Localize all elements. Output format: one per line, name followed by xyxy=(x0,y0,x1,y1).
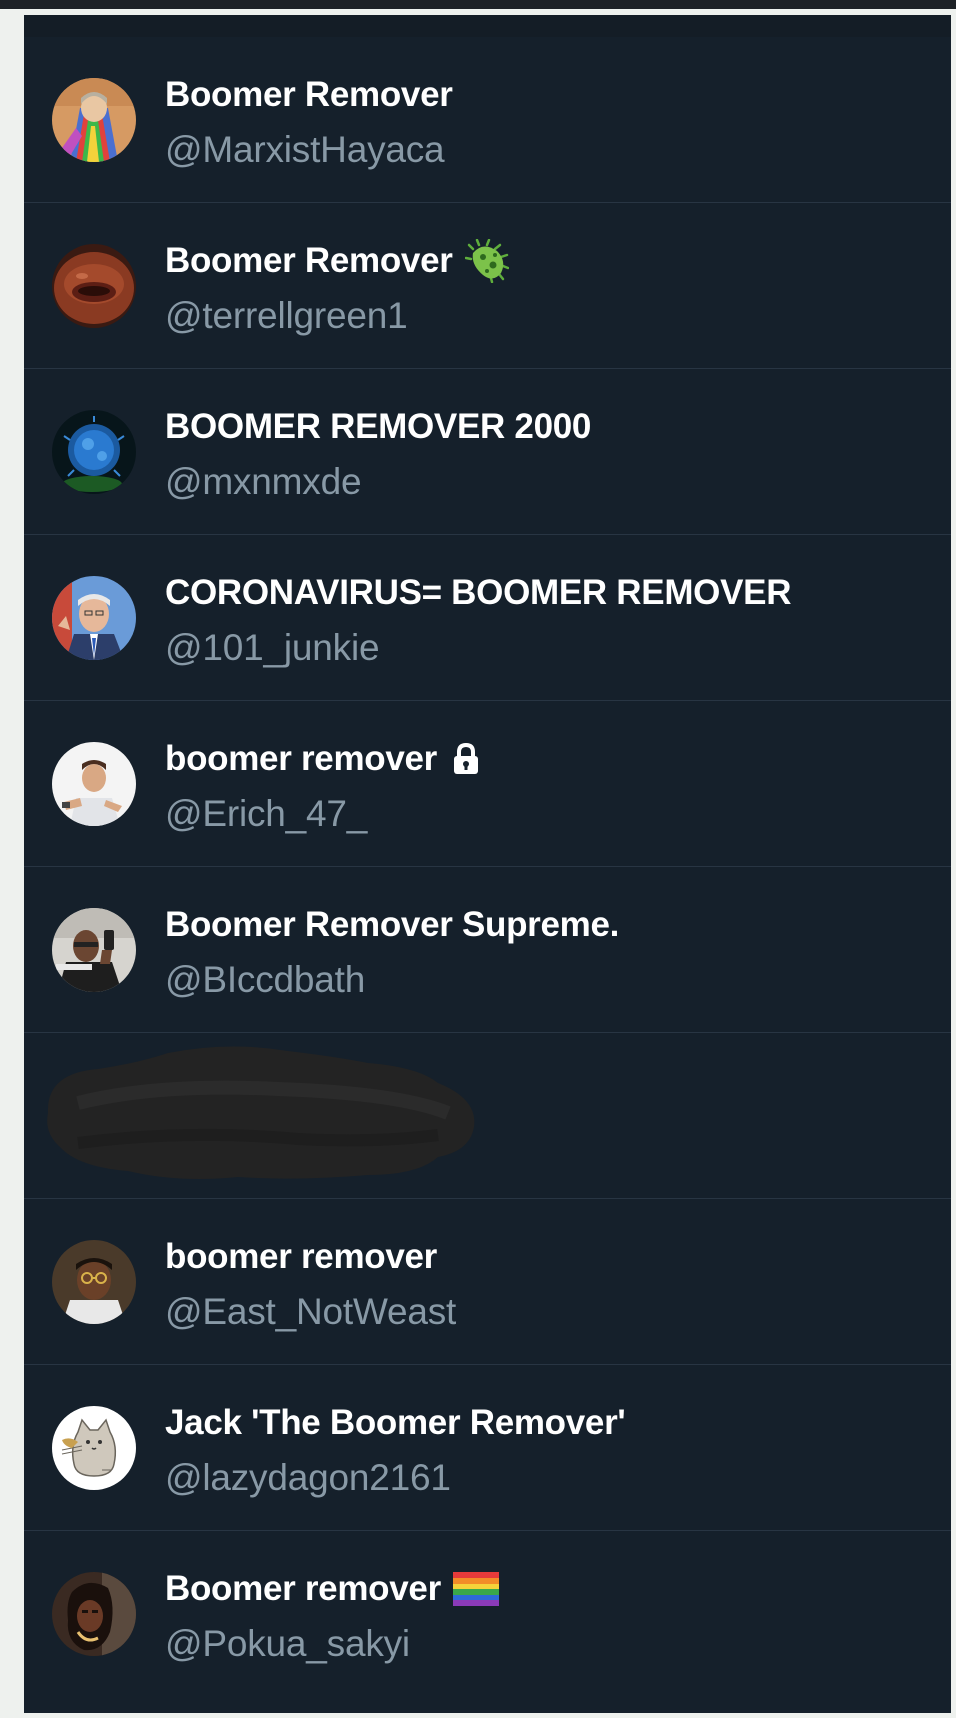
user-row[interactable]: CORONAVIRUS= BOOMER REMOVER @101_junkie xyxy=(24,535,951,701)
user-row[interactable]: boomer remover @Erich_47_ xyxy=(24,701,951,867)
user-handle: @terrellgreen1 xyxy=(165,295,408,336)
display-name: Boomer remover xyxy=(165,1569,441,1608)
avatar[interactable] xyxy=(52,742,136,826)
user-row[interactable]: Boomer Remover @terrellgreen1 xyxy=(24,203,951,369)
user-row[interactable]: BOOMER REMOVER 2000 @mxnmxde xyxy=(24,369,951,535)
display-name: BOOMER REMOVER 2000 xyxy=(165,407,592,446)
display-name: Jack 'The Boomer Remover' xyxy=(165,1403,626,1442)
avatar[interactable] xyxy=(52,908,136,992)
display-name: CORONAVIRUS= BOOMER REMOVER xyxy=(165,573,792,612)
user-handle: @Erich_47_ xyxy=(165,793,368,834)
top-edge-bar xyxy=(0,0,956,9)
lock-icon xyxy=(449,742,483,776)
redacted-user-row[interactable] xyxy=(24,1033,951,1199)
user-handle: @lazydagon2161 xyxy=(165,1457,451,1498)
avatar[interactable] xyxy=(52,244,136,328)
display-name: boomer remover xyxy=(165,1237,438,1276)
avatar[interactable] xyxy=(52,576,136,660)
display-name: boomer remover xyxy=(165,739,438,778)
user-handle: @MarxistHayaca xyxy=(165,129,445,170)
avatar[interactable] xyxy=(52,78,136,162)
rainbow-flag-icon xyxy=(452,1572,499,1606)
user-handle: @mxnmxde xyxy=(165,461,362,502)
user-row[interactable]: Boomer Remover @MarxistHayaca xyxy=(24,37,951,203)
user-handle: @Pokua_sakyi xyxy=(165,1623,410,1664)
microbe-icon xyxy=(464,239,509,283)
display-name: Boomer Remover Supreme. xyxy=(165,905,620,944)
user-list: Boomer Remover @MarxistHayaca Boomer Rem… xyxy=(24,15,951,1713)
user-row[interactable]: Boomer Remover Supreme. @BIccdbath xyxy=(24,867,951,1033)
avatar[interactable] xyxy=(52,1240,136,1324)
avatar[interactable] xyxy=(52,410,136,494)
user-row[interactable]: boomer remover @East_NotWeast xyxy=(24,1199,951,1365)
user-row[interactable]: Boomer remover @Pokua_sakyi xyxy=(24,1531,951,1697)
redaction-scribble xyxy=(38,1043,508,1188)
avatar[interactable] xyxy=(52,1572,136,1656)
avatar[interactable] xyxy=(52,1406,136,1490)
display-name: Boomer Remover xyxy=(165,75,453,114)
user-handle: @BIccdbath xyxy=(165,959,366,1000)
user-row[interactable]: Jack 'The Boomer Remover' @lazydagon2161 xyxy=(24,1365,951,1531)
display-name: Boomer Remover xyxy=(165,241,453,280)
user-handle: @East_NotWeast xyxy=(165,1291,457,1332)
user-handle: @101_junkie xyxy=(165,627,380,668)
